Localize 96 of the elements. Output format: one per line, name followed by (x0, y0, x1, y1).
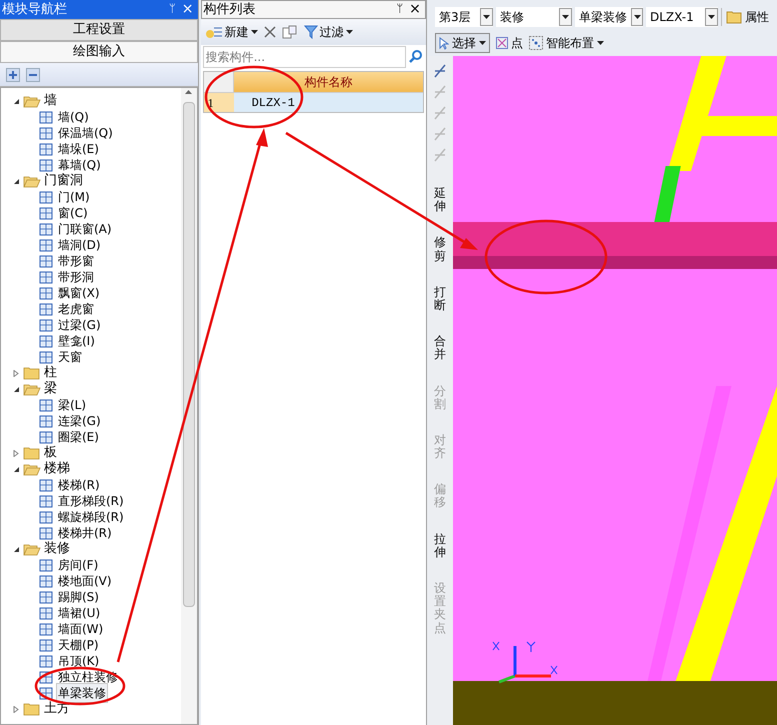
side-tool-button[interactable]: 打断 (432, 286, 448, 312)
panel-title: 构件列表 (204, 0, 257, 19)
smart-layout-button[interactable]: 智能布置 (529, 34, 604, 52)
caret-icon (483, 15, 490, 19)
collapse-arrow-icon[interactable] (13, 178, 20, 184)
component-icon (39, 638, 53, 652)
dropdown[interactable]: DLZX-1 (646, 7, 718, 27)
search-icon[interactable] (408, 49, 424, 65)
component-name: DLZX-1 (250, 95, 295, 112)
component-icon (39, 494, 53, 508)
caret-icon (562, 15, 569, 19)
tree-item[interactable]: 单梁装修 (56, 683, 108, 703)
component-icon (39, 158, 53, 172)
component-icon (39, 590, 53, 604)
component-icon (39, 190, 53, 204)
component-icon (39, 302, 53, 316)
expand-arrow-icon[interactable] (13, 706, 20, 712)
new-button[interactable]: 新建 (204, 23, 258, 41)
component-icon (39, 254, 53, 268)
dropdown[interactable]: 第3层 (435, 7, 493, 27)
folder-icon (23, 702, 41, 716)
scroll-up-icon[interactable] (185, 90, 192, 94)
expand-arrow-icon[interactable] (13, 450, 20, 456)
plus-icon[interactable] (6, 68, 20, 82)
folder-icon (23, 446, 41, 460)
minus-icon[interactable] (26, 68, 40, 82)
delete-icon[interactable] (264, 26, 276, 38)
open-folder-icon (23, 462, 41, 476)
side-tool-button[interactable]: 合并 (432, 335, 448, 362)
component-icon (39, 510, 53, 524)
panel-title: 模块导航栏 (2, 0, 68, 19)
caret-icon (250, 30, 258, 34)
open-folder-icon (23, 382, 41, 396)
collapse-arrow-icon[interactable] (13, 466, 20, 472)
caret-icon (479, 41, 486, 45)
dropdown[interactable]: 装修 (496, 7, 572, 27)
folder-icon (726, 10, 742, 24)
side-tool-button[interactable]: 修剪 (432, 236, 448, 263)
add-icon (204, 25, 223, 39)
funnel-icon (304, 25, 318, 39)
expand-arrow-icon[interactable] (13, 370, 20, 376)
component-icon (39, 126, 53, 140)
section-button[interactable]: 工程设置 (0, 19, 198, 41)
side-tool-button[interactable]: 延伸 (432, 187, 448, 214)
point-button[interactable]: 点 (496, 34, 523, 52)
select-button[interactable]: 选择 (435, 33, 490, 53)
component-icon (39, 398, 53, 412)
folder-icon (23, 366, 41, 380)
dropdown[interactable]: 单梁装修 (575, 7, 643, 27)
component-icon (39, 654, 53, 668)
component-icon (39, 286, 53, 300)
open-folder-icon (23, 94, 41, 108)
scrollbar[interactable] (180, 88, 197, 724)
side-tool-button[interactable]: 拉伸 (432, 532, 448, 559)
search-field[interactable]: 搜索构件... (202, 46, 406, 68)
collapse-arrow-icon[interactable] (13, 546, 20, 552)
component-icon (39, 606, 53, 620)
open-folder-icon (23, 174, 41, 188)
tree-group-label[interactable]: 梁 (44, 379, 57, 399)
close-button[interactable]: × (180, 0, 196, 20)
collapse-arrow-icon[interactable] (13, 386, 20, 392)
caret-icon (346, 30, 353, 34)
component-icon (39, 430, 53, 444)
component-icon (39, 414, 53, 428)
component-icon (39, 110, 53, 124)
component-icon (39, 558, 53, 572)
open-folder-icon (23, 542, 41, 556)
caret-icon (634, 15, 640, 19)
component-icon (39, 478, 53, 492)
tree-group-label[interactable]: 墙 (44, 91, 57, 111)
pin-button[interactable]: ᛘ (393, 1, 407, 18)
close-button[interactable]: × (407, 0, 423, 20)
point-icon (496, 37, 508, 49)
component-icon (39, 206, 53, 220)
pin-button[interactable]: ᛘ (166, 1, 180, 18)
component-icon (39, 142, 53, 156)
component-icon (39, 222, 53, 236)
tool-icon[interactable] (432, 62, 448, 80)
copy-icon[interactable] (282, 25, 298, 39)
caret-icon (708, 15, 715, 19)
section-button[interactable]: 绘图输入 (0, 41, 198, 63)
properties-button[interactable]: 属性 (721, 8, 769, 26)
component-icon (39, 574, 53, 588)
component-icon (39, 622, 53, 636)
collapse-arrow-icon[interactable] (13, 98, 20, 104)
component-icon (39, 350, 53, 364)
cursor-icon (439, 36, 449, 50)
component-icon (39, 238, 53, 252)
filter-button[interactable]: 过滤 (304, 23, 353, 41)
component-icon (39, 318, 53, 332)
component-icon (39, 270, 53, 284)
component-icon (39, 334, 53, 348)
caret-icon (597, 41, 604, 45)
component-icon (39, 526, 53, 540)
grid-dots-icon (529, 36, 543, 50)
column-header[interactable]: 构件名称 (234, 72, 423, 92)
